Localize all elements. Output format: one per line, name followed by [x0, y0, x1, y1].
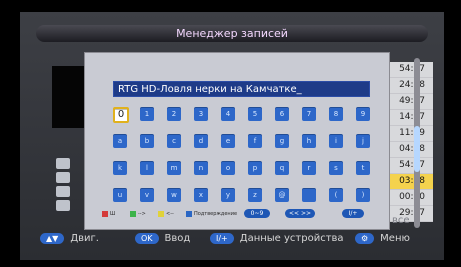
keyboard-key[interactable]: [302, 188, 316, 202]
green-icon: [130, 211, 136, 217]
yellow-icon: [158, 211, 164, 217]
keyboard-key[interactable]: 2: [167, 107, 181, 121]
keyboard-key[interactable]: 7: [302, 107, 316, 121]
updown-icon: ▲▼: [40, 233, 65, 244]
disk-icon: [56, 158, 70, 169]
side-icons: [56, 156, 78, 214]
records-footer-label: все: [392, 215, 410, 226]
keyboard-key[interactable]: v: [140, 188, 154, 202]
legend-red: Ш: [102, 209, 115, 219]
keyboard-key[interactable]: l: [140, 161, 154, 175]
menu-icon: ⚙: [355, 233, 375, 244]
keyboard-key[interactable]: h: [302, 134, 316, 148]
keyboard-key[interactable]: w: [167, 188, 181, 202]
folder-icon: [56, 186, 70, 197]
legend-red-label: Ш: [110, 211, 116, 217]
keyboard-key[interactable]: f: [248, 134, 262, 148]
legend-yellow-label: <--: [166, 211, 174, 217]
menu-label: Меню: [380, 233, 410, 244]
menu-hint: ⚙ Меню: [355, 233, 410, 244]
keyboard-key[interactable]: j: [356, 134, 370, 148]
record-time[interactable]: 54:57: [388, 62, 433, 78]
record-time[interactable]: 04:58: [388, 142, 433, 158]
footer-hints: ▲▼ Двиг. OK Ввод I/+ Данные устройства ⚙…: [40, 233, 440, 245]
keyboard-key[interactable]: 5: [248, 107, 262, 121]
keyboard-key[interactable]: p: [248, 161, 262, 175]
info-hint: I/+ Данные устройства: [210, 233, 344, 244]
keyboard-key[interactable]: q: [275, 161, 289, 175]
keyboard-key[interactable]: k: [113, 161, 127, 175]
info-label: Данные устройства: [239, 233, 344, 244]
keyboard-key[interactable]: d: [194, 134, 208, 148]
keyboard-key[interactable]: i: [329, 134, 343, 148]
keyboard-key[interactable]: g: [275, 134, 289, 148]
person-icon: [56, 172, 70, 183]
move-hint: ▲▼ Двиг.: [40, 233, 99, 244]
blue-icon: [186, 211, 192, 217]
keyboard-key[interactable]: 4: [221, 107, 235, 121]
keyboard-key[interactable]: x: [194, 188, 208, 202]
keyboard-key[interactable]: ): [356, 188, 370, 202]
scroll-thumb[interactable]: [414, 126, 420, 172]
keyboard-key[interactable]: 6: [275, 107, 289, 121]
record-time[interactable]: 00:00: [388, 190, 433, 206]
keyboard-key[interactable]: (: [329, 188, 343, 202]
keyboard-key[interactable]: a: [113, 134, 127, 148]
keyboard-key[interactable]: s: [329, 161, 343, 175]
record-time[interactable]: 14:57: [388, 110, 433, 126]
red-icon: [102, 211, 108, 217]
keyboard-legend: Ш --> <-- Подтверждение: [102, 209, 364, 219]
legend-yellow: <--: [158, 209, 174, 219]
page-title: Менеджер записей: [36, 25, 428, 42]
record-time[interactable]: 24:58: [388, 78, 433, 94]
keyboard-key[interactable]: c: [167, 134, 181, 148]
legend-green-label: -->: [138, 211, 146, 217]
record-time[interactable]: 49:17: [388, 94, 433, 110]
record-time-list: 54:57 24:58 49:17 14:57 11:09 04:58 54:5…: [388, 62, 433, 222]
legend-blue: Подтверждение: [186, 209, 237, 219]
virtual-keyboard-dialog: [84, 52, 390, 230]
ok-hint: OK Ввод: [135, 233, 190, 244]
keyboard-key[interactable]: n: [194, 161, 208, 175]
keyboard-key[interactable]: 3: [194, 107, 208, 121]
record-time[interactable]: 11:09: [388, 126, 433, 142]
info-pill-button[interactable]: I/+: [342, 209, 364, 218]
info-button[interactable]: I/+: [210, 233, 234, 244]
keyboard-key[interactable]: 1: [140, 107, 154, 121]
network-icon: [56, 200, 70, 211]
record-time[interactable]: 54:57: [388, 158, 433, 174]
ok-label: Ввод: [164, 233, 191, 244]
keyboard-key[interactable]: @: [275, 188, 289, 202]
legend-blue-label: Подтверждение: [194, 211, 238, 217]
keyboard-key[interactable]: y: [221, 188, 235, 202]
ok-button[interactable]: OK: [135, 233, 159, 244]
keyboard-key[interactable]: 8: [329, 107, 343, 121]
nav-pill-button[interactable]: << >>: [285, 209, 315, 218]
keyboard-key[interactable]: e: [221, 134, 235, 148]
keyboard-key[interactable]: r: [302, 161, 316, 175]
digits-pill-button[interactable]: 0~9: [244, 209, 270, 218]
record-time-selected[interactable]: 03:38: [388, 174, 433, 190]
keyboard-key[interactable]: m: [167, 161, 181, 175]
keyboard-key[interactable]: 0: [113, 107, 129, 123]
keyboard-key[interactable]: t: [356, 161, 370, 175]
move-label: Двиг.: [70, 233, 99, 244]
keyboard-key[interactable]: o: [221, 161, 235, 175]
keyboard-key[interactable]: 9: [356, 107, 370, 121]
legend-green: -->: [130, 209, 146, 219]
name-input[interactable]: RTG HD-Ловля нерки на Камчатке_: [113, 81, 370, 97]
keyboard-key[interactable]: b: [140, 134, 154, 148]
keyboard-key[interactable]: u: [113, 188, 127, 202]
keyboard-key[interactable]: z: [248, 188, 262, 202]
